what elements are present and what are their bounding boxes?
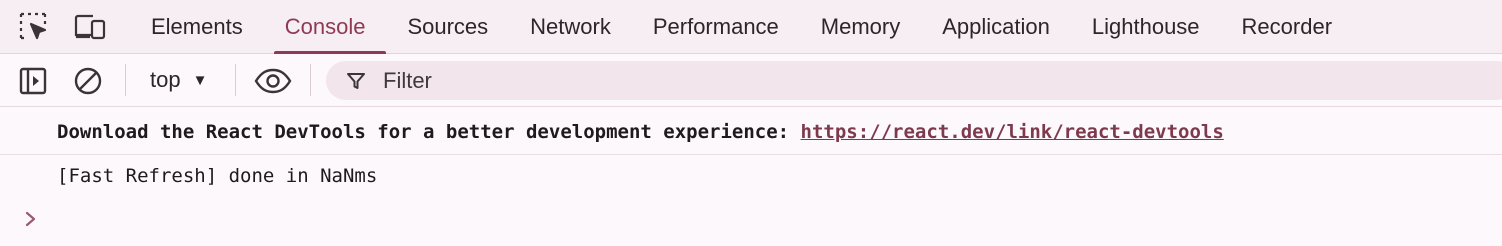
tab-console[interactable]: Console [264, 0, 387, 54]
tab-memory[interactable]: Memory [800, 0, 921, 54]
tab-application[interactable]: Application [921, 0, 1071, 54]
panel-tabs: Elements Console Sources Network Perform… [130, 0, 1353, 54]
react-devtools-link[interactable]: https://react.dev/link/react-devtools [801, 121, 1224, 143]
tab-performance[interactable]: Performance [632, 0, 800, 54]
tab-lighthouse[interactable]: Lighthouse [1071, 0, 1221, 54]
filter-icon [345, 70, 367, 92]
caret-down-icon: ▼ [192, 71, 208, 89]
live-expression-icon[interactable] [253, 65, 293, 97]
device-toolbar-icon[interactable] [73, 11, 107, 43]
console-message-devtools: Download the React DevTools for a better… [57, 121, 1224, 143]
toolbar-separator [310, 64, 311, 96]
console-message-fast-refresh: [Fast Refresh] done in NaNms [57, 165, 378, 187]
toolbar-separator [125, 64, 126, 96]
devtools-message-text: Download the React DevTools for a better… [57, 121, 801, 143]
filter-box[interactable] [326, 61, 1502, 100]
context-label: top [150, 67, 181, 92]
toolbar-separator [235, 64, 236, 96]
context-selector[interactable]: top ▼ [150, 66, 207, 94]
tab-recorder[interactable]: Recorder [1221, 0, 1353, 54]
message-divider [0, 154, 1502, 155]
inspect-element-icon[interactable] [17, 11, 51, 43]
console-toolbar: top ▼ [0, 54, 1502, 107]
devtools-tab-bar: Elements Console Sources Network Perform… [0, 0, 1502, 54]
sidebar-toggle-icon[interactable] [17, 65, 49, 97]
clear-console-icon[interactable] [72, 65, 104, 97]
console-prompt-icon[interactable] [22, 208, 40, 235]
filter-input[interactable] [381, 65, 985, 97]
tab-elements[interactable]: Elements [130, 0, 264, 54]
tab-sources[interactable]: Sources [386, 0, 509, 54]
tab-network[interactable]: Network [509, 0, 632, 54]
